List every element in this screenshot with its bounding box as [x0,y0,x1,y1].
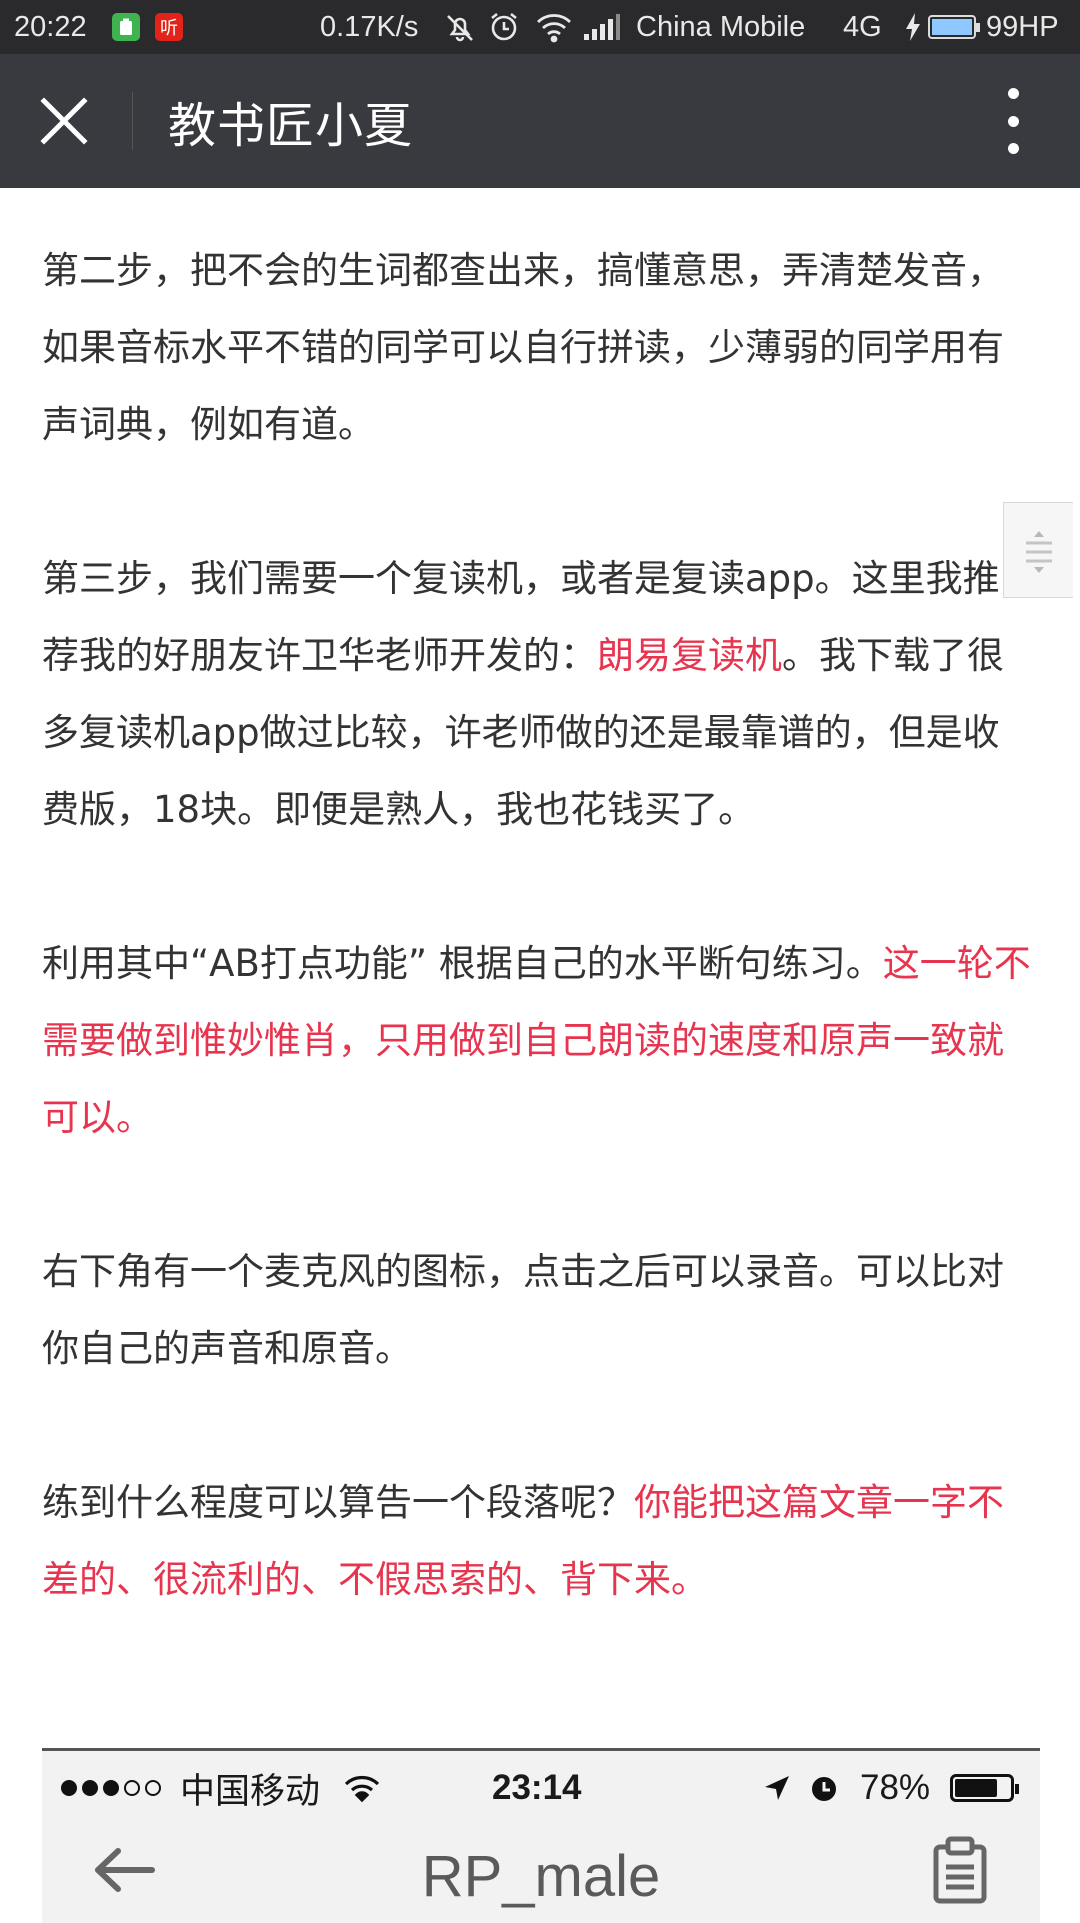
close-icon[interactable] [34,91,94,151]
network-type: 4G [843,10,882,43]
embedded-wifi-icon [342,1751,382,1825]
signal-icon [582,0,622,54]
paragraph-step-two: 第二步，把不会的生词都查出来，搞懂意思，弄清楚发音，如果音标水平不错的同学可以自… [42,249,1004,446]
listen-app-icon: 听 [155,0,183,54]
scroll-lines-icon [1026,531,1052,573]
net-speed: 0.17K/s [320,10,419,43]
embedded-carrier: 中国移动 [180,1771,321,1811]
clipboard-icon [930,1835,990,1910]
charging-icon [904,0,922,54]
more-options-icon[interactable] [995,88,1031,154]
article-body: 第二步，把不会的生词都查出来，搞懂意思，弄清楚发音，如果音标水平不错的同学可以自… [42,232,1032,1618]
wifi-icon [534,0,574,54]
mute-icon [443,0,477,54]
paragraph-step-three: 第三步，我们需要一个复读机，或者是复读app。这里我推荐我的好朋友许卫华老师开发… [42,557,1004,831]
embedded-nav-bar: RP_male [42,1825,1040,1923]
scroll-handle[interactable] [1003,502,1073,598]
location-arrow-icon [762,1751,792,1825]
alarm-icon [487,0,521,54]
status-bar: 20:22 听 0.17K/s China Mobile 4G 99HP [0,0,1080,54]
title-bar: 教书匠小夏 [0,54,1080,188]
embedded-alarm-icon [808,1751,840,1825]
title-divider [132,92,133,150]
paragraph-recording: 右下角有一个麦克风的图标，点击之后可以录音。可以比对你自己的声音和原音。 [42,1250,1004,1370]
paragraph-ab-practice: 利用其中“AB打点功能” 根据自己的水平断句练习。这一轮不需要做到惟妙惟肖，只用… [42,942,1031,1139]
embedded-screenshot: 中国移动 23:14 78% RP_male [42,1748,1040,1923]
embedded-title: RP_male [421,1844,661,1909]
page-title: 教书匠小夏 [168,98,414,154]
embedded-status-bar: 中国移动 23:14 78% [42,1751,1040,1825]
app-link[interactable]: 朗易复读机 [597,634,782,677]
paragraph-goal: 练到什么程度可以算告一个段落呢？你能把这篇文章一字不差的、很流利的、不假思索的、… [42,1481,1004,1601]
battery-label: 99HP [986,10,1059,43]
embedded-battery-icon [950,1751,1019,1825]
embedded-time: 23:14 [492,1768,582,1807]
battery-icon [928,0,980,54]
embedded-battery-percent: 78% [860,1768,931,1807]
status-time: 20:22 [14,10,87,43]
battery-saver-icon [112,0,140,54]
signal-dots-icon [58,1751,168,1825]
carrier-name: China Mobile [636,10,806,43]
